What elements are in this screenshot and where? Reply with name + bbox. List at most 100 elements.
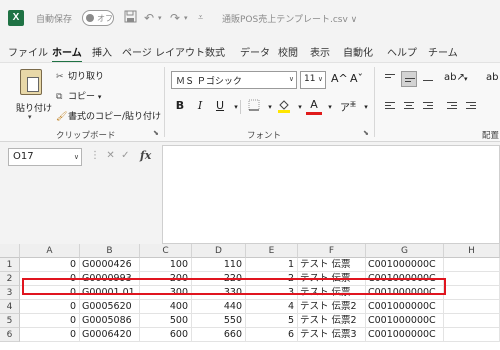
tab-team[interactable]: チーム xyxy=(428,44,458,59)
tab-home[interactable]: ホーム xyxy=(52,44,82,63)
format-painter-button[interactable]: 🖌書式のコピー/貼り付け xyxy=(56,109,161,122)
cell-a1[interactable]: 0 xyxy=(20,258,80,272)
italic-button[interactable]: I xyxy=(192,99,208,112)
cell-c3[interactable]: 300 xyxy=(140,286,192,300)
cell-c1[interactable]: 100 xyxy=(140,258,192,272)
cell-e6[interactable]: 6 xyxy=(246,328,298,342)
cell-g5[interactable]: C001000000C xyxy=(366,314,444,328)
orientation-icon[interactable]: ab↗ xyxy=(444,72,465,83)
select-all-corner[interactable] xyxy=(0,244,20,258)
cell-d2[interactable]: 220 xyxy=(192,272,246,286)
cell-e1[interactable]: 1 xyxy=(246,258,298,272)
phonetic-guide-icon[interactable]: ア亜 xyxy=(340,99,356,114)
column-header-d[interactable]: D xyxy=(192,244,246,258)
grow-font-button[interactable]: A^ xyxy=(331,72,348,85)
cell-d1[interactable]: 110 xyxy=(192,258,246,272)
clipboard-launcher-icon[interactable]: ⬊ xyxy=(153,129,159,137)
cell-d5[interactable]: 550 xyxy=(192,314,246,328)
paste-button[interactable]: 貼り付け xyxy=(16,101,52,114)
row-header[interactable]: 3 xyxy=(0,286,20,300)
cell-f6[interactable]: テスト 伝票3 xyxy=(298,328,366,342)
cell-b4[interactable]: G0005620 xyxy=(80,300,140,314)
cell-b2[interactable]: G0000993 xyxy=(80,272,140,286)
enter-icon[interactable]: ✓ xyxy=(121,150,129,161)
increase-indent-button[interactable] xyxy=(463,99,479,115)
cell-d6[interactable]: 660 xyxy=(192,328,246,342)
underline-button[interactable]: U xyxy=(212,99,228,112)
column-header-a[interactable]: A xyxy=(20,244,80,258)
cell-g3[interactable]: C001000000C xyxy=(366,286,444,300)
column-header-e[interactable]: E xyxy=(246,244,298,258)
borders-icon[interactable] xyxy=(246,99,262,114)
align-top-button[interactable] xyxy=(382,71,398,87)
formula-menu-icon[interactable]: ⋮ xyxy=(90,150,100,161)
cut-button[interactable]: ✂ 切り取り xyxy=(56,69,104,82)
cell-f1[interactable]: テスト 伝票 xyxy=(298,258,366,272)
font-size-select[interactable]: 11 ∨ xyxy=(300,71,326,89)
row-header[interactable]: 6 xyxy=(0,328,20,342)
font-launcher-icon[interactable]: ⬊ xyxy=(363,129,369,137)
align-middle-button[interactable] xyxy=(401,71,417,87)
cell-a5[interactable]: 0 xyxy=(20,314,80,328)
tab-insert[interactable]: 挿入 xyxy=(92,44,112,59)
tab-help[interactable]: ヘルプ xyxy=(387,44,417,59)
autosave-toggle[interactable]: オフ xyxy=(82,10,114,26)
paste-chevron-down-icon[interactable]: ▾ xyxy=(28,113,32,121)
cell-c2[interactable]: 200 xyxy=(140,272,192,286)
cell-a2[interactable]: 0 xyxy=(20,272,80,286)
tab-file[interactable]: ファイル xyxy=(8,44,48,59)
cell-b6[interactable]: G0006420 xyxy=(80,328,140,342)
cell-b5[interactable]: G0005086 xyxy=(80,314,140,328)
column-header-g[interactable]: G xyxy=(366,244,444,258)
cell-h4[interactable] xyxy=(444,300,500,314)
cell-e3[interactable]: 3 xyxy=(246,286,298,300)
cell-h2[interactable] xyxy=(444,272,500,286)
cell-a6[interactable]: 0 xyxy=(20,328,80,342)
tab-automate[interactable]: 自動化 xyxy=(343,44,373,59)
cell-c5[interactable]: 500 xyxy=(140,314,192,328)
name-box[interactable]: O17 ∨ xyxy=(8,148,82,166)
phonetic-dropdown-icon[interactable]: ▾ xyxy=(358,103,374,111)
row-header[interactable]: 2 xyxy=(0,272,20,286)
align-left-button[interactable] xyxy=(382,99,398,115)
tab-view[interactable]: 表示 xyxy=(310,44,330,59)
column-header-b[interactable]: B xyxy=(80,244,140,258)
cell-e4[interactable]: 4 xyxy=(246,300,298,314)
cell-g2[interactable]: C001000000C xyxy=(366,272,444,286)
cell-a4[interactable]: 0 xyxy=(20,300,80,314)
column-header-f[interactable]: F xyxy=(298,244,366,258)
undo-dropdown-icon[interactable]: ▾ xyxy=(158,10,162,26)
align-bottom-button[interactable] xyxy=(420,71,436,87)
cell-b1[interactable]: G0000426 xyxy=(80,258,140,272)
cell-g4[interactable]: C001000000C xyxy=(366,300,444,314)
font-name-select[interactable]: ＭＳ Ｐゴシック ∨ xyxy=(171,71,297,89)
cell-f2[interactable]: テスト 伝票 xyxy=(298,272,366,286)
cell-e2[interactable]: 2 xyxy=(246,272,298,286)
cell-b3[interactable]: G00001 01 xyxy=(80,286,140,300)
column-header-h[interactable]: H xyxy=(444,244,500,258)
cell-h6[interactable] xyxy=(444,328,500,342)
redo-dropdown-icon[interactable]: ▾ xyxy=(184,10,188,26)
cell-h1[interactable] xyxy=(444,258,500,272)
row-header[interactable]: 5 xyxy=(0,314,20,328)
align-center-button[interactable] xyxy=(401,99,417,115)
font-color-dropdown-icon[interactable]: ▾ xyxy=(322,103,338,111)
underline-dropdown-icon[interactable]: ▾ xyxy=(228,103,244,111)
save-icon[interactable] xyxy=(124,10,137,26)
tab-data[interactable]: データ xyxy=(240,44,270,59)
cell-f3[interactable]: テスト 伝票 xyxy=(298,286,366,300)
undo-icon[interactable]: ↶ xyxy=(144,10,154,26)
copy-button[interactable]: ⧉ コピー ▾ xyxy=(56,89,101,102)
redo-icon[interactable]: ↷ xyxy=(170,10,180,26)
bold-button[interactable]: B xyxy=(172,99,188,112)
insert-function-icon[interactable]: fx xyxy=(140,149,151,162)
row-header[interactable]: 1 xyxy=(0,258,20,272)
formula-input[interactable] xyxy=(162,145,500,244)
cancel-icon[interactable]: ✕ xyxy=(106,150,114,161)
paste-icon[interactable] xyxy=(20,69,42,95)
cell-g1[interactable]: C001000000C xyxy=(366,258,444,272)
wrap-text-icon[interactable]: ab xyxy=(486,72,498,83)
cell-a3[interactable]: 0 xyxy=(20,286,80,300)
font-color-button[interactable]: A xyxy=(306,99,322,115)
row-header[interactable]: 4 xyxy=(0,300,20,314)
